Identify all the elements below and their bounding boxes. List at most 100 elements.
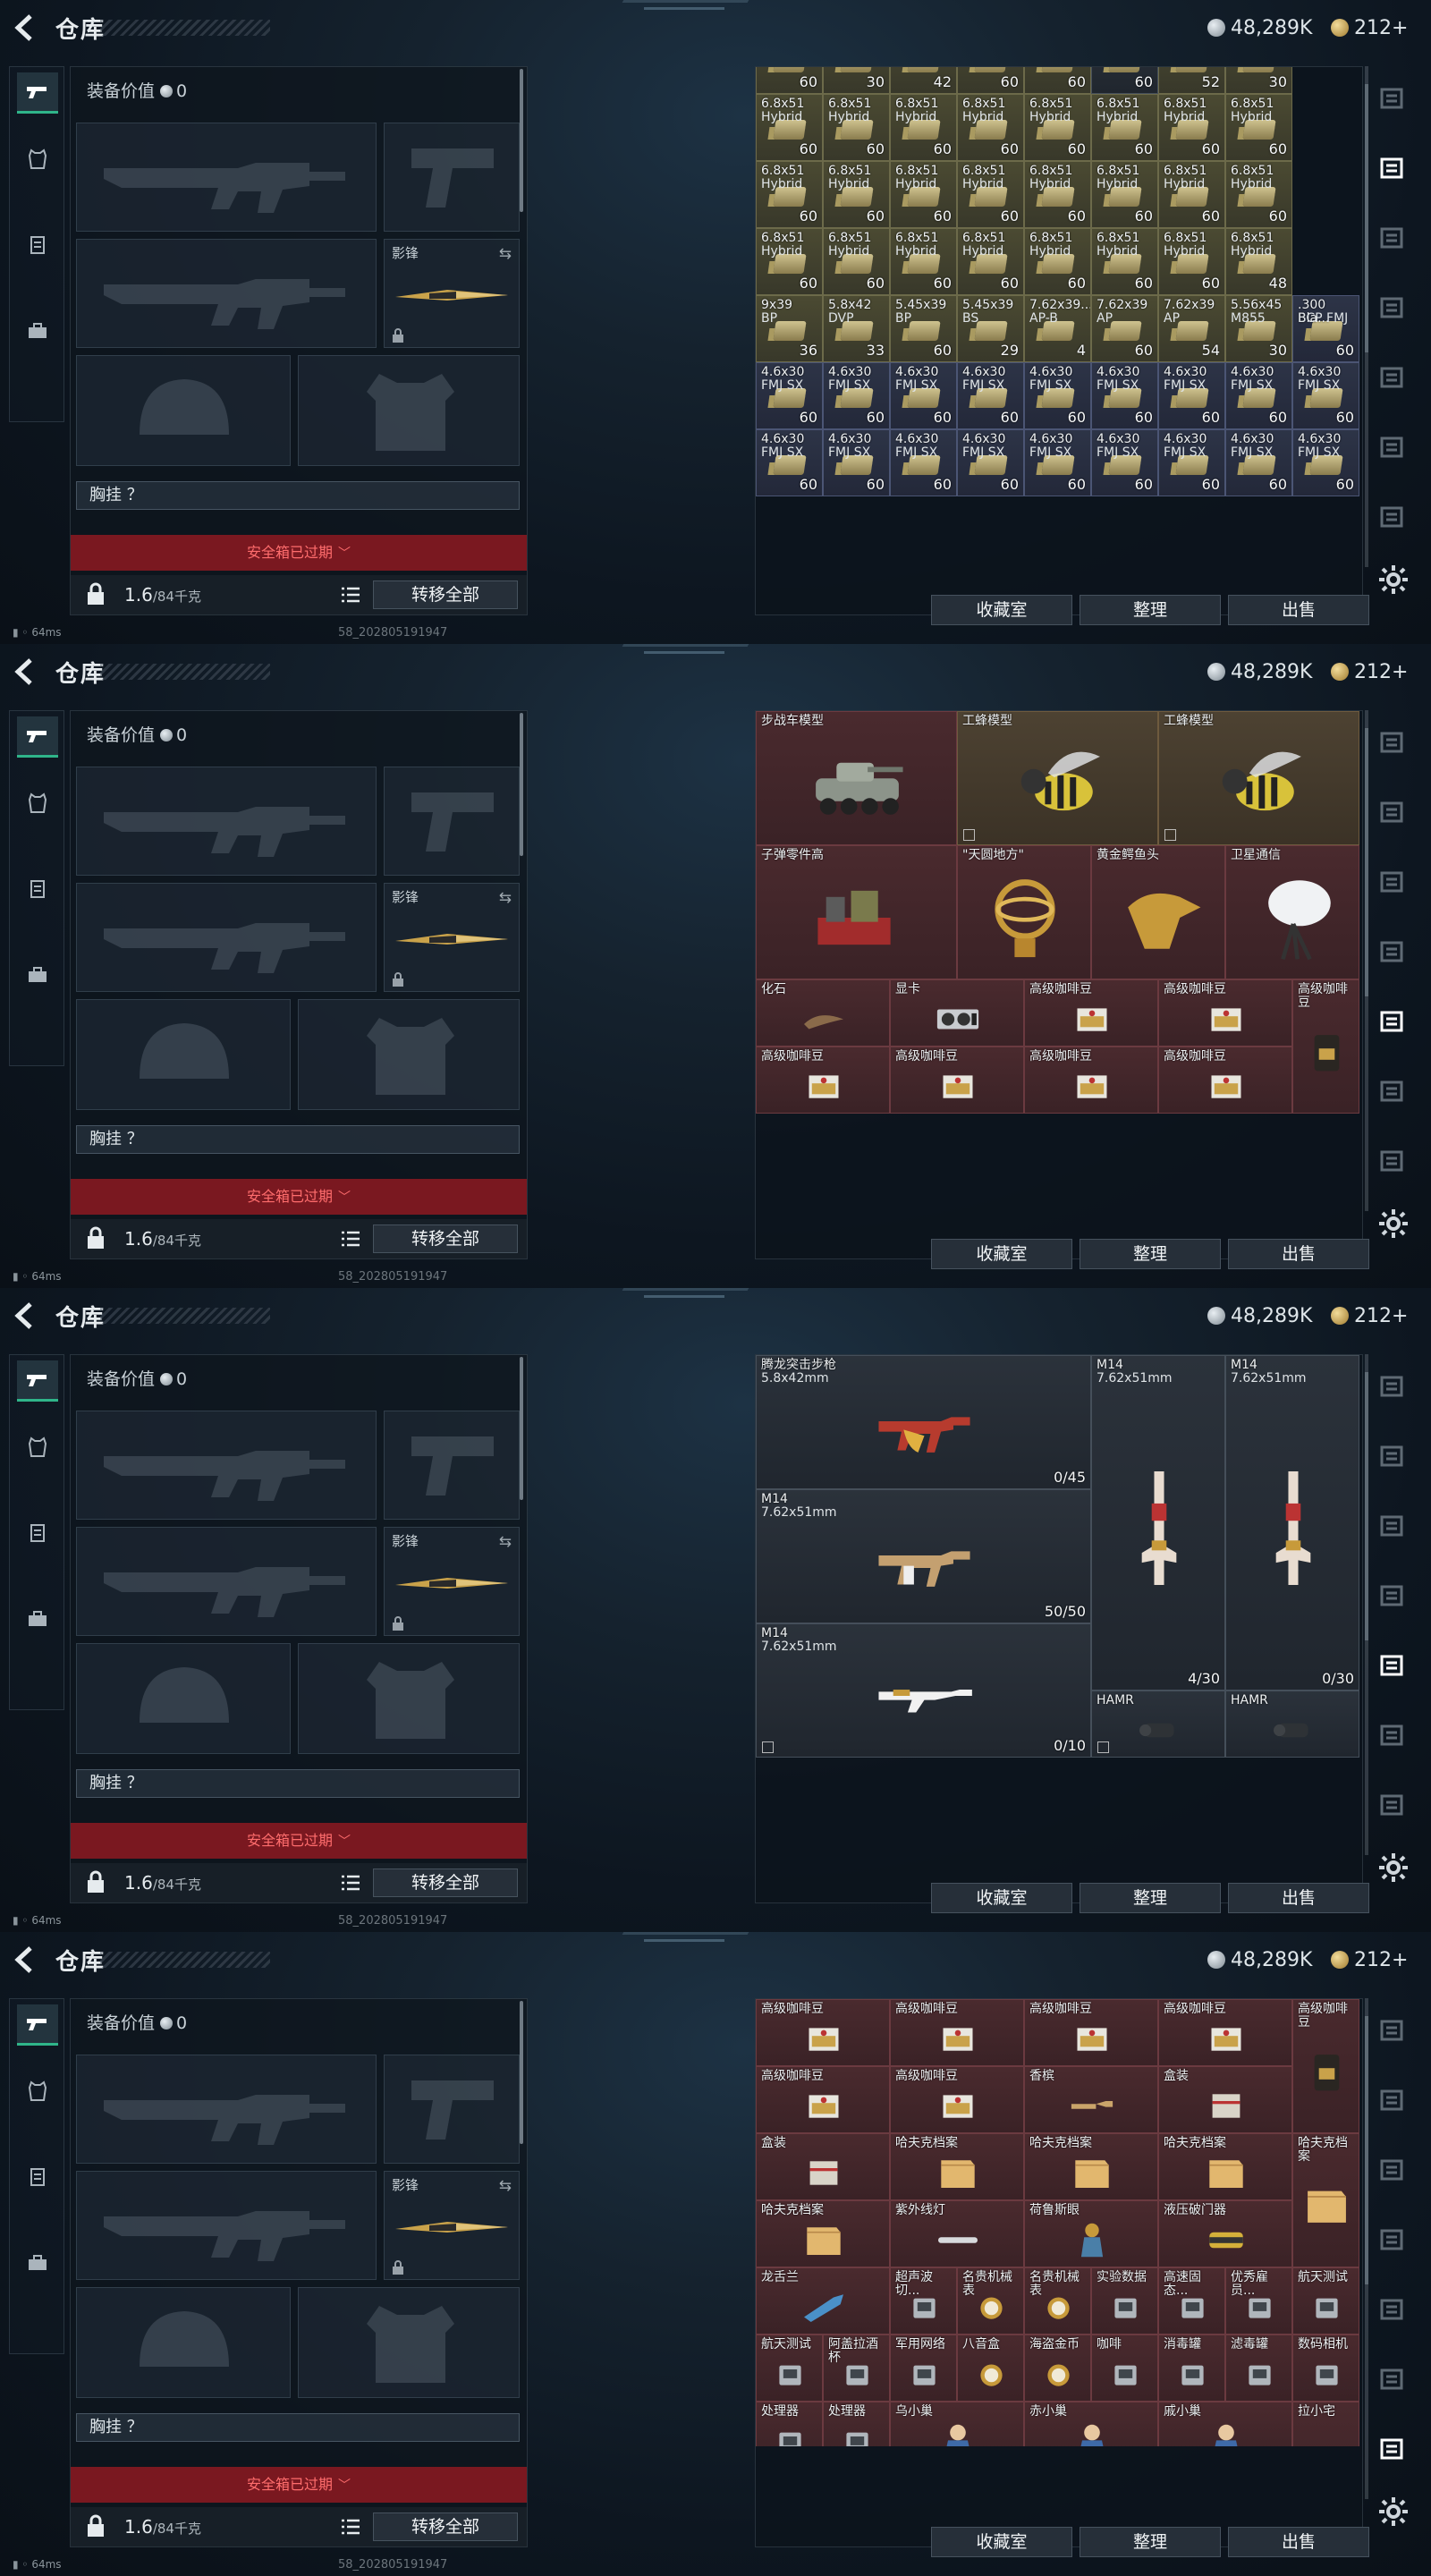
transfer-all-button[interactable]: 转移全部 [373, 2512, 518, 2541]
stash-item[interactable]: 52 [1158, 67, 1225, 94]
armor-tab[interactable] [17, 139, 58, 180]
stash-item[interactable]: 6.8x51 Hybrid 60 [957, 228, 1024, 295]
stash-item[interactable]: 6.8x51 Hybrid 60 [1158, 94, 1225, 161]
stash-item[interactable]: 滤毒罐 [1225, 2334, 1292, 2402]
stash-item[interactable]: 60 [1024, 67, 1091, 94]
sell-button[interactable]: 出售 [1228, 1239, 1369, 1269]
safe-box-expired-banner[interactable]: 安全箱已过期 ﹀ [71, 1823, 527, 1859]
stash-item[interactable]: 哈夫克档案 [756, 2200, 890, 2267]
stash-item[interactable]: 4.6x30 FMJ SX 60 [957, 429, 1024, 496]
stash-item[interactable]: 哈夫克档案 [890, 2133, 1024, 2200]
stash-item[interactable]: 名贵机械表 [1024, 2267, 1091, 2334]
stash-item[interactable]: 高级咖啡豆 [1292, 979, 1359, 1114]
stash-item[interactable]: 6.8x51 Hybrid 60 [823, 161, 890, 228]
stash-item[interactable]: 工蜂模型 [957, 711, 1158, 845]
stash-item[interactable]: 香槟 [1024, 2066, 1158, 2133]
stash-item[interactable]: 30 [823, 67, 890, 94]
backpack-tab[interactable] [17, 310, 58, 352]
swap-icon[interactable]: ⇆ [499, 2177, 512, 2195]
settings-gear-icon[interactable] [1377, 1852, 1410, 1884]
stash-item[interactable]: 咖啡 [1091, 2334, 1158, 2402]
equipment-scrollbar[interactable] [520, 69, 523, 212]
stash-item[interactable]: 30 [1225, 67, 1292, 94]
stash-item[interactable]: 高级咖啡豆 [1292, 1999, 1359, 2133]
helmet-slot[interactable] [76, 355, 291, 466]
stash-item[interactable]: 6.8x51 Hybrid 60 [823, 228, 890, 295]
stash-item[interactable]: .300 Bla... BCP FMJ 60 [1292, 295, 1359, 362]
stash-item[interactable]: 4.6x30 FMJ SX 60 [1225, 362, 1292, 429]
back-arrow-icon[interactable] [13, 1945, 39, 1975]
stash-item[interactable]: 高级咖啡豆 [1158, 1999, 1292, 2066]
stash-item[interactable]: 海盗金币 [1024, 2334, 1091, 2402]
stash-item[interactable]: 阿盖拉酒杯 [823, 2334, 890, 2402]
primary-weapon-slot[interactable] [76, 767, 377, 876]
stash-page-7-icon[interactable] [1374, 2422, 1411, 2476]
stash-item[interactable]: 盒装 [1158, 2066, 1292, 2133]
stash-page-2-icon[interactable] [1374, 785, 1411, 839]
stash-item[interactable]: 4.6x30 FMJ SX 60 [957, 362, 1024, 429]
stash-item[interactable]: 4.6x30 FMJ SX 60 [1024, 429, 1091, 496]
secondary-weapon-slot[interactable] [76, 239, 377, 348]
stash-item[interactable]: 4.6x30 FMJ SX 60 [1158, 429, 1225, 496]
stash-item[interactable]: 60 [957, 67, 1024, 94]
sell-button[interactable]: 出售 [1228, 1883, 1369, 1913]
weapon-tab[interactable] [17, 1360, 58, 1402]
stash-item[interactable]: 拉小宅 [1292, 2402, 1359, 2446]
stash-item[interactable]: 哈夫克档案 [1292, 2133, 1359, 2267]
stash-item[interactable]: 6.8x51 Hybrid 60 [890, 161, 957, 228]
settings-gear-icon[interactable] [1377, 2496, 1410, 2528]
stash-item[interactable]: 6.8x51 Hybrid 60 [1091, 94, 1158, 161]
transfer-all-button[interactable]: 转移全部 [373, 580, 518, 609]
stash-scrollbar[interactable] [1365, 1354, 1368, 1855]
stash-item[interactable]: 6.8x51 Hybrid 60 [1091, 161, 1158, 228]
back-arrow-icon[interactable] [13, 657, 39, 687]
stash-page-6-icon[interactable] [1374, 1708, 1411, 1762]
sort-button[interactable]: 整理 [1080, 2527, 1221, 2557]
stash-item[interactable]: 龙舌兰 [756, 2267, 890, 2334]
stash-item[interactable]: 显卡 [890, 979, 1024, 1046]
stash-page-1-icon[interactable] [1374, 2004, 1411, 2057]
armor-slot[interactable] [298, 1643, 520, 1754]
stash-item[interactable]: 42 [890, 67, 957, 94]
armor-slot[interactable] [298, 355, 520, 466]
collection-room-button[interactable]: 收藏室 [931, 2527, 1072, 2557]
stash-item[interactable]: 7.62x39 AP 54 [1158, 295, 1225, 362]
stash-item[interactable]: HAMR [1225, 1690, 1359, 1758]
silver-currency[interactable]: 48,289K [1207, 657, 1312, 686]
gold-currency[interactable]: 212+ [1331, 1301, 1408, 1330]
backpack-tab[interactable] [17, 1598, 58, 1640]
stash-item[interactable]: 60 [756, 67, 823, 94]
stash-item[interactable]: 航天测试 [1292, 2267, 1359, 2334]
stash-page-3-icon[interactable] [1374, 2143, 1411, 2197]
stash-item[interactable]: 高级咖啡豆 [890, 1999, 1024, 2066]
sidearm-slot[interactable] [384, 123, 520, 232]
stash-item[interactable]: 子弹零件高 [756, 845, 957, 979]
helmet-slot[interactable] [76, 999, 291, 1110]
stash-page-1-icon[interactable] [1374, 72, 1411, 125]
backpack-tab[interactable] [17, 954, 58, 996]
stash-page-2-icon[interactable] [1374, 1429, 1411, 1483]
stash-scrollbar[interactable] [1365, 710, 1368, 1211]
stash-page-4-icon[interactable] [1374, 2213, 1411, 2267]
stash-item[interactable]: 6.8x51 Hybrid 48 [1225, 228, 1292, 295]
chest-rig-tab[interactable] [17, 2157, 58, 2198]
stash-item[interactable]: 戚小巢 [1158, 2402, 1292, 2446]
stash-page-6-icon[interactable] [1374, 1064, 1411, 1118]
back-arrow-icon[interactable] [13, 13, 39, 43]
stash-item[interactable]: HAMR [1091, 1690, 1225, 1758]
backpack-tab[interactable] [17, 2242, 58, 2284]
stash-scroll-thumb[interactable] [1365, 84, 1368, 352]
stash-page-7-icon[interactable] [1374, 1778, 1411, 1832]
stash-item[interactable]: 消毒罐 [1158, 2334, 1225, 2402]
chest-rig-slot[interactable]: 胸挂 ？ [76, 2413, 520, 2442]
stash-item[interactable]: 液压破门器 [1158, 2200, 1292, 2267]
weapon-tab[interactable] [17, 716, 58, 758]
transfer-all-button[interactable]: 转移全部 [373, 1224, 518, 1253]
stash-item[interactable]: 乌小巢 [890, 2402, 1024, 2446]
safe-box-expired-banner[interactable]: 安全箱已过期 ﹀ [71, 535, 527, 571]
armor-slot[interactable] [298, 999, 520, 1110]
stash-item[interactable]: 处理器 [823, 2402, 890, 2446]
stash-scrollbar[interactable] [1365, 1998, 1368, 2499]
swap-icon[interactable]: ⇆ [499, 245, 512, 263]
stash-item[interactable]: 腾龙突击步枪 5.8x42mm 0/45 [756, 1355, 1091, 1489]
